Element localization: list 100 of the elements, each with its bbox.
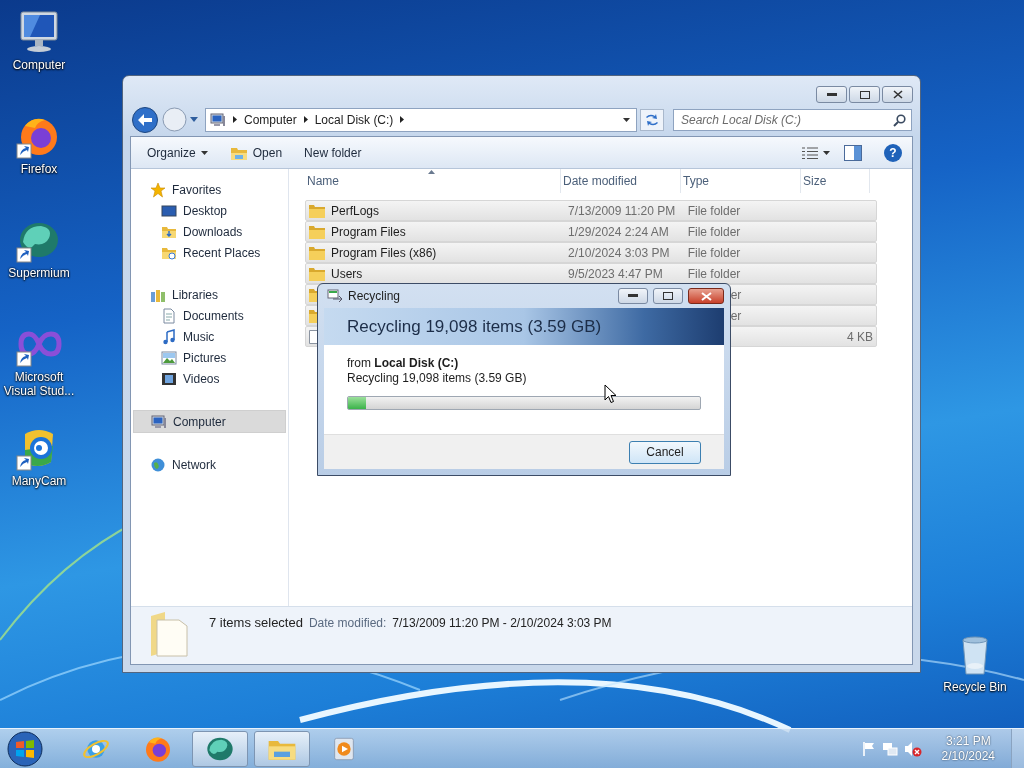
chevron-icon: [400, 116, 405, 123]
type-cell: File folder: [687, 266, 741, 281]
nav-item[interactable]: Libraries: [133, 284, 286, 305]
sort-arrow-icon: [427, 170, 435, 174]
image-icon: [161, 349, 177, 366]
icon-label[interactable]: Recycle Bin: [943, 680, 1007, 694]
minimize-icon: [628, 294, 638, 298]
cancel-button[interactable]: Cancel: [629, 440, 701, 464]
nav-item[interactable]: Documents: [133, 305, 286, 326]
desktop-icon: [161, 202, 177, 219]
column-header[interactable]: Date modified: [561, 169, 681, 193]
status-text: Recycling 19,098 items (3.59 GB): [347, 371, 528, 386]
minimize-button[interactable]: [816, 86, 847, 103]
column-header[interactable]: Name: [305, 169, 561, 193]
type-cell: er: [730, 287, 742, 302]
nav-item[interactable]: Network: [133, 454, 286, 475]
minimize-button[interactable]: [618, 288, 648, 304]
size-cell: 4 KB: [847, 329, 873, 344]
star-icon: [150, 181, 166, 198]
document-icon: [161, 307, 177, 324]
caret-icon: [623, 117, 630, 122]
file-name: Program Files: [331, 224, 406, 239]
speaker-icon[interactable]: [903, 740, 922, 757]
windows-logo-icon: [7, 730, 43, 767]
column-header[interactable]: Type: [681, 169, 801, 193]
folder-icon: [309, 224, 325, 239]
close-icon: [700, 291, 712, 301]
history-caret-icon[interactable]: [190, 117, 198, 122]
icon-label[interactable]: Microsoft Visual Stud...: [1, 370, 77, 398]
maximize-button[interactable]: [653, 288, 683, 304]
maximize-icon: [859, 90, 870, 99]
search-field[interactable]: Search Local Disk (C:): [673, 108, 912, 131]
icon-label[interactable]: Computer: [12, 58, 66, 72]
taskbar-button[interactable]: [254, 730, 310, 767]
type-cell: File folder: [687, 203, 741, 218]
file-row[interactable]: PerfLogs 7/13/2009 11:20 PM File folder: [305, 200, 877, 221]
nav-item[interactable]: Downloads: [133, 221, 286, 242]
dialog-title: Recycling: [348, 289, 401, 303]
address-bar[interactable]: Computer Local Disk (C:): [205, 107, 637, 132]
file-row[interactable]: Program Files (x86) 2/10/2024 3:03 PM File folder: [305, 242, 877, 263]
preview-pane-button[interactable]: [844, 144, 862, 161]
folder-icon: [309, 266, 325, 281]
help-button[interactable]: ?: [884, 143, 902, 162]
monitor-icon: [151, 413, 167, 430]
details-value: 7/13/2009 11:20 PM - 2/10/2024 3:03 PM: [392, 616, 612, 630]
back-button[interactable]: [131, 105, 159, 134]
nav-item[interactable]: Desktop: [133, 200, 286, 221]
close-button[interactable]: [882, 86, 913, 103]
chevron-icon: [233, 116, 237, 123]
selection-count: 7 items selected: [209, 615, 303, 630]
music-note-icon: [161, 328, 177, 345]
date-cell: 2/10/2024 3:03 PM: [568, 245, 670, 260]
cursor-icon: [604, 384, 617, 404]
toolbar-button[interactable]: Open: [221, 141, 291, 164]
monitor-icon: [210, 111, 226, 128]
close-button[interactable]: [688, 288, 724, 304]
maximize-button[interactable]: [849, 86, 880, 103]
list-view-icon: [802, 146, 818, 159]
type-cell: File folder: [687, 224, 741, 239]
details-label: Date modified:: [308, 616, 387, 630]
toolbar-button[interactable]: New folder: [296, 142, 370, 163]
icon-label[interactable]: Firefox: [20, 162, 58, 176]
date-cell: 9/5/2023 4:47 PM: [568, 266, 663, 281]
nav-item[interactable]: Videos: [133, 368, 286, 389]
file-name: Program Files (x86): [331, 245, 437, 260]
nav-item[interactable]: Favorites: [133, 179, 286, 200]
nav-item[interactable]: Computer: [133, 410, 286, 433]
globe-icon: [150, 456, 166, 473]
file-name: PerfLogs: [331, 203, 380, 218]
file-name: Users: [331, 266, 363, 281]
nav-item[interactable]: Recent Places: [133, 242, 286, 263]
breadcrumb-item[interactable]: Local Disk (C:): [314, 112, 394, 127]
chevron-icon: [303, 116, 308, 123]
folder-icon: [149, 612, 189, 658]
folder-icon: [309, 203, 325, 218]
file-row[interactable]: Program Files 1/29/2024 2:24 AM File folder: [305, 221, 877, 242]
nav-item[interactable]: Pictures: [133, 347, 286, 368]
refresh-button[interactable]: [640, 108, 664, 131]
maximize-icon: [663, 292, 673, 300]
folder-icon: [309, 245, 325, 260]
film-icon: [161, 370, 177, 387]
toolbar-button[interactable]: Organize: [139, 142, 216, 163]
type-cell: File folder: [687, 245, 741, 260]
caret-icon: [823, 150, 830, 155]
icon-label[interactable]: Supermium: [8, 266, 70, 280]
caret-icon: [200, 150, 208, 155]
column-header[interactable]: Size: [801, 169, 870, 193]
file-row[interactable]: Users 9/5/2023 4:47 PM File folder: [305, 263, 877, 284]
breadcrumb-item[interactable]: Computer: [244, 112, 297, 127]
date-cell: 7/13/2009 11:20 PM: [568, 203, 676, 218]
minimize-icon: [826, 92, 837, 97]
close-icon: [892, 90, 903, 99]
dialog-heading: Recycling 19,098 items (3.59 GB): [347, 316, 602, 337]
nav-item[interactable]: Music: [133, 326, 286, 347]
taskbar-button[interactable]: [192, 730, 248, 767]
icon-label[interactable]: ManyCam: [11, 474, 67, 488]
source-text: from Local Disk (C:): [347, 356, 460, 371]
search-icon: [893, 113, 906, 127]
date-cell: 1/29/2024 2:24 AM: [568, 224, 669, 239]
type-cell: er: [730, 308, 742, 323]
